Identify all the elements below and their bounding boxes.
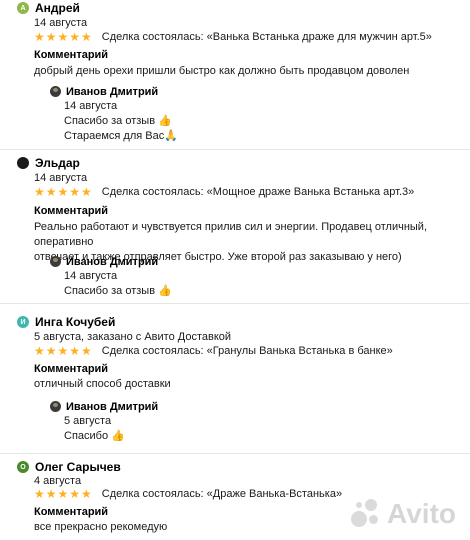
watermark-text: Avito	[387, 498, 456, 529]
avatar[interactable]	[50, 256, 61, 267]
reply-author-name[interactable]: Иванов Дмитрий	[66, 401, 158, 413]
seller-reply: Иванов Дмитрий 5 августа Спасибо 👍	[50, 399, 158, 444]
rating-row: ★★★★★ Сделка состоялась: «Ванька Встаньк…	[34, 30, 432, 44]
review-author-row: О Олег Сарычев	[17, 459, 121, 475]
comment-line: Реально работают и чувствуется прилив си…	[34, 221, 427, 248]
rating-row: ★★★★★ Сделка состоялась: «Мощное драже В…	[34, 185, 414, 199]
reply-date: 5 августа	[64, 415, 112, 427]
avito-watermark-logo: Avito	[351, 498, 456, 530]
reply-date: 14 августа	[64, 270, 118, 282]
review-date: 14 августа	[34, 172, 88, 184]
review-author-row: И Инга Кочубей	[17, 314, 115, 330]
rating-row: ★★★★★ Сделка состоялась: «Драже Ванька-В…	[34, 487, 342, 501]
reply-date: 14 августа	[64, 100, 118, 112]
reply-text: Спасибо за отзыв 👍	[64, 115, 172, 127]
review-date: 4 августа	[34, 475, 82, 487]
rating-stars-icon: ★★★★★	[34, 30, 93, 44]
avatar[interactable]: И	[17, 316, 29, 328]
reply-author-row: Иванов Дмитрий	[50, 399, 158, 414]
rating-row: ★★★★★ Сделка состоялась: «Гранулы Ванька…	[34, 344, 393, 358]
avatar[interactable]: А	[17, 2, 29, 14]
review-date: 5 августа, заказано с Авито Доставкой	[34, 331, 232, 343]
comment-label: Комментарий	[34, 506, 109, 518]
seller-reply: Иванов Дмитрий 14 августа Спасибо за отз…	[50, 84, 178, 144]
comment-label: Комментарий	[34, 363, 109, 375]
rating-stars-icon: ★★★★★	[34, 344, 93, 358]
divider	[0, 303, 470, 304]
avatar[interactable]	[17, 157, 29, 169]
avatar[interactable]	[50, 401, 61, 412]
divider	[0, 453, 470, 454]
deal-status: Сделка состоялась: «Драже Ванька-Встаньк…	[101, 488, 343, 500]
reply-author-row: Иванов Дмитрий	[50, 84, 164, 99]
deal-status: Сделка состоялась: «Гранулы Ванька Встан…	[101, 345, 393, 357]
avatar[interactable]: О	[17, 461, 29, 473]
review-author-row: Эльдар	[17, 155, 80, 171]
rating-stars-icon: ★★★★★	[34, 185, 93, 199]
comment-text: отличный способ доставки	[34, 378, 171, 390]
review-author-name[interactable]: Инга Кочубей	[35, 315, 115, 329]
reply-author-name[interactable]: Иванов Дмитрий	[66, 86, 158, 98]
deal-status: Сделка состоялась: «Мощное драже Ванька …	[101, 186, 415, 198]
avatar[interactable]	[50, 86, 61, 97]
comment-label: Комментарий	[34, 49, 109, 61]
reply-author-name[interactable]: Иванов Дмитрий	[66, 256, 158, 268]
avito-dots-icon	[351, 499, 381, 529]
review-author-name[interactable]: Андрей	[35, 1, 80, 15]
review-author-name[interactable]: Олег Сарычев	[35, 460, 121, 474]
comment-label: Комментарий	[34, 205, 109, 217]
review-date: 14 августа	[34, 17, 88, 29]
deal-status: Сделка состоялась: «Ванька Встанька драж…	[101, 31, 432, 43]
reply-author-row: Иванов Дмитрий	[50, 254, 158, 269]
review-author-name[interactable]: Эльдар	[35, 156, 80, 170]
rating-stars-icon: ★★★★★	[34, 487, 93, 501]
review-author-row: А Андрей	[17, 0, 80, 16]
reply-text: Стараемся для Вас🙏	[64, 130, 178, 142]
reply-text: Спасибо 👍	[64, 430, 125, 442]
reply-text: Спасибо за отзыв 👍	[64, 285, 172, 297]
divider	[0, 149, 470, 150]
seller-reply: Иванов Дмитрий 14 августа Спасибо за отз…	[50, 254, 172, 299]
comment-text: добрый день орехи пришли быстро как долж…	[34, 65, 410, 77]
